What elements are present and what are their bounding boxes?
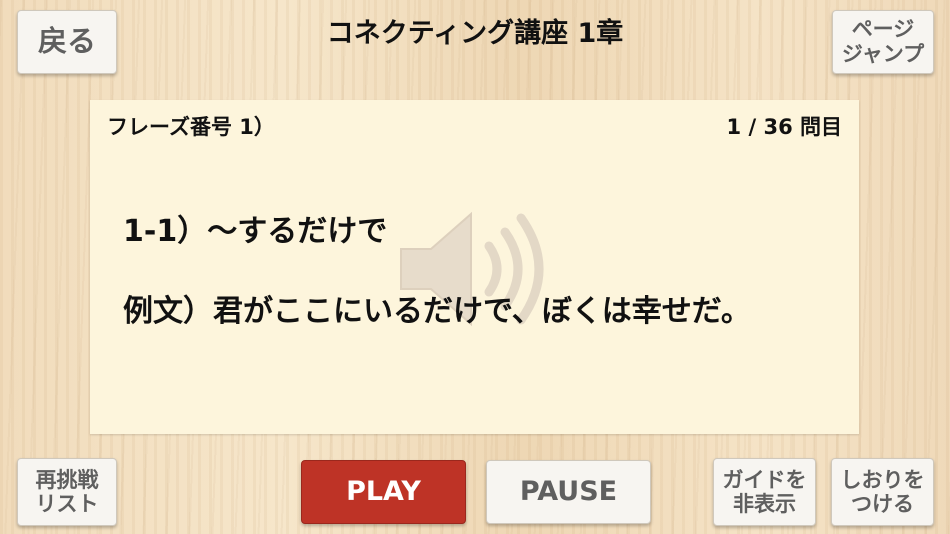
phrase-number: フレーズ番号 1） xyxy=(107,115,275,139)
hide-guide-button[interactable]: ガイドを 非表示 xyxy=(713,458,816,526)
play-button[interactable]: PLAY xyxy=(301,460,466,524)
phrase-text: 1-1）～するだけで xyxy=(123,214,388,249)
page-title: コネクティング講座 1章 xyxy=(326,18,624,49)
bookmark-button[interactable]: しおりを つける xyxy=(831,458,934,526)
pause-button[interactable]: PAUSE xyxy=(486,460,651,524)
phrase-card: フレーズ番号 1） 1 / 36 問目 1-1）～するだけで 例文）君がここにい… xyxy=(90,100,859,434)
retry-list-button[interactable]: 再挑戦 リスト xyxy=(17,458,117,526)
page-jump-button[interactable]: ページ ジャンプ xyxy=(832,10,934,74)
example-sentence: 例文）君がここにいるだけで、ぼくは幸せだ。 xyxy=(123,294,751,329)
question-counter: 1 / 36 問目 xyxy=(726,115,842,139)
back-button[interactable]: 戻る xyxy=(17,10,117,74)
